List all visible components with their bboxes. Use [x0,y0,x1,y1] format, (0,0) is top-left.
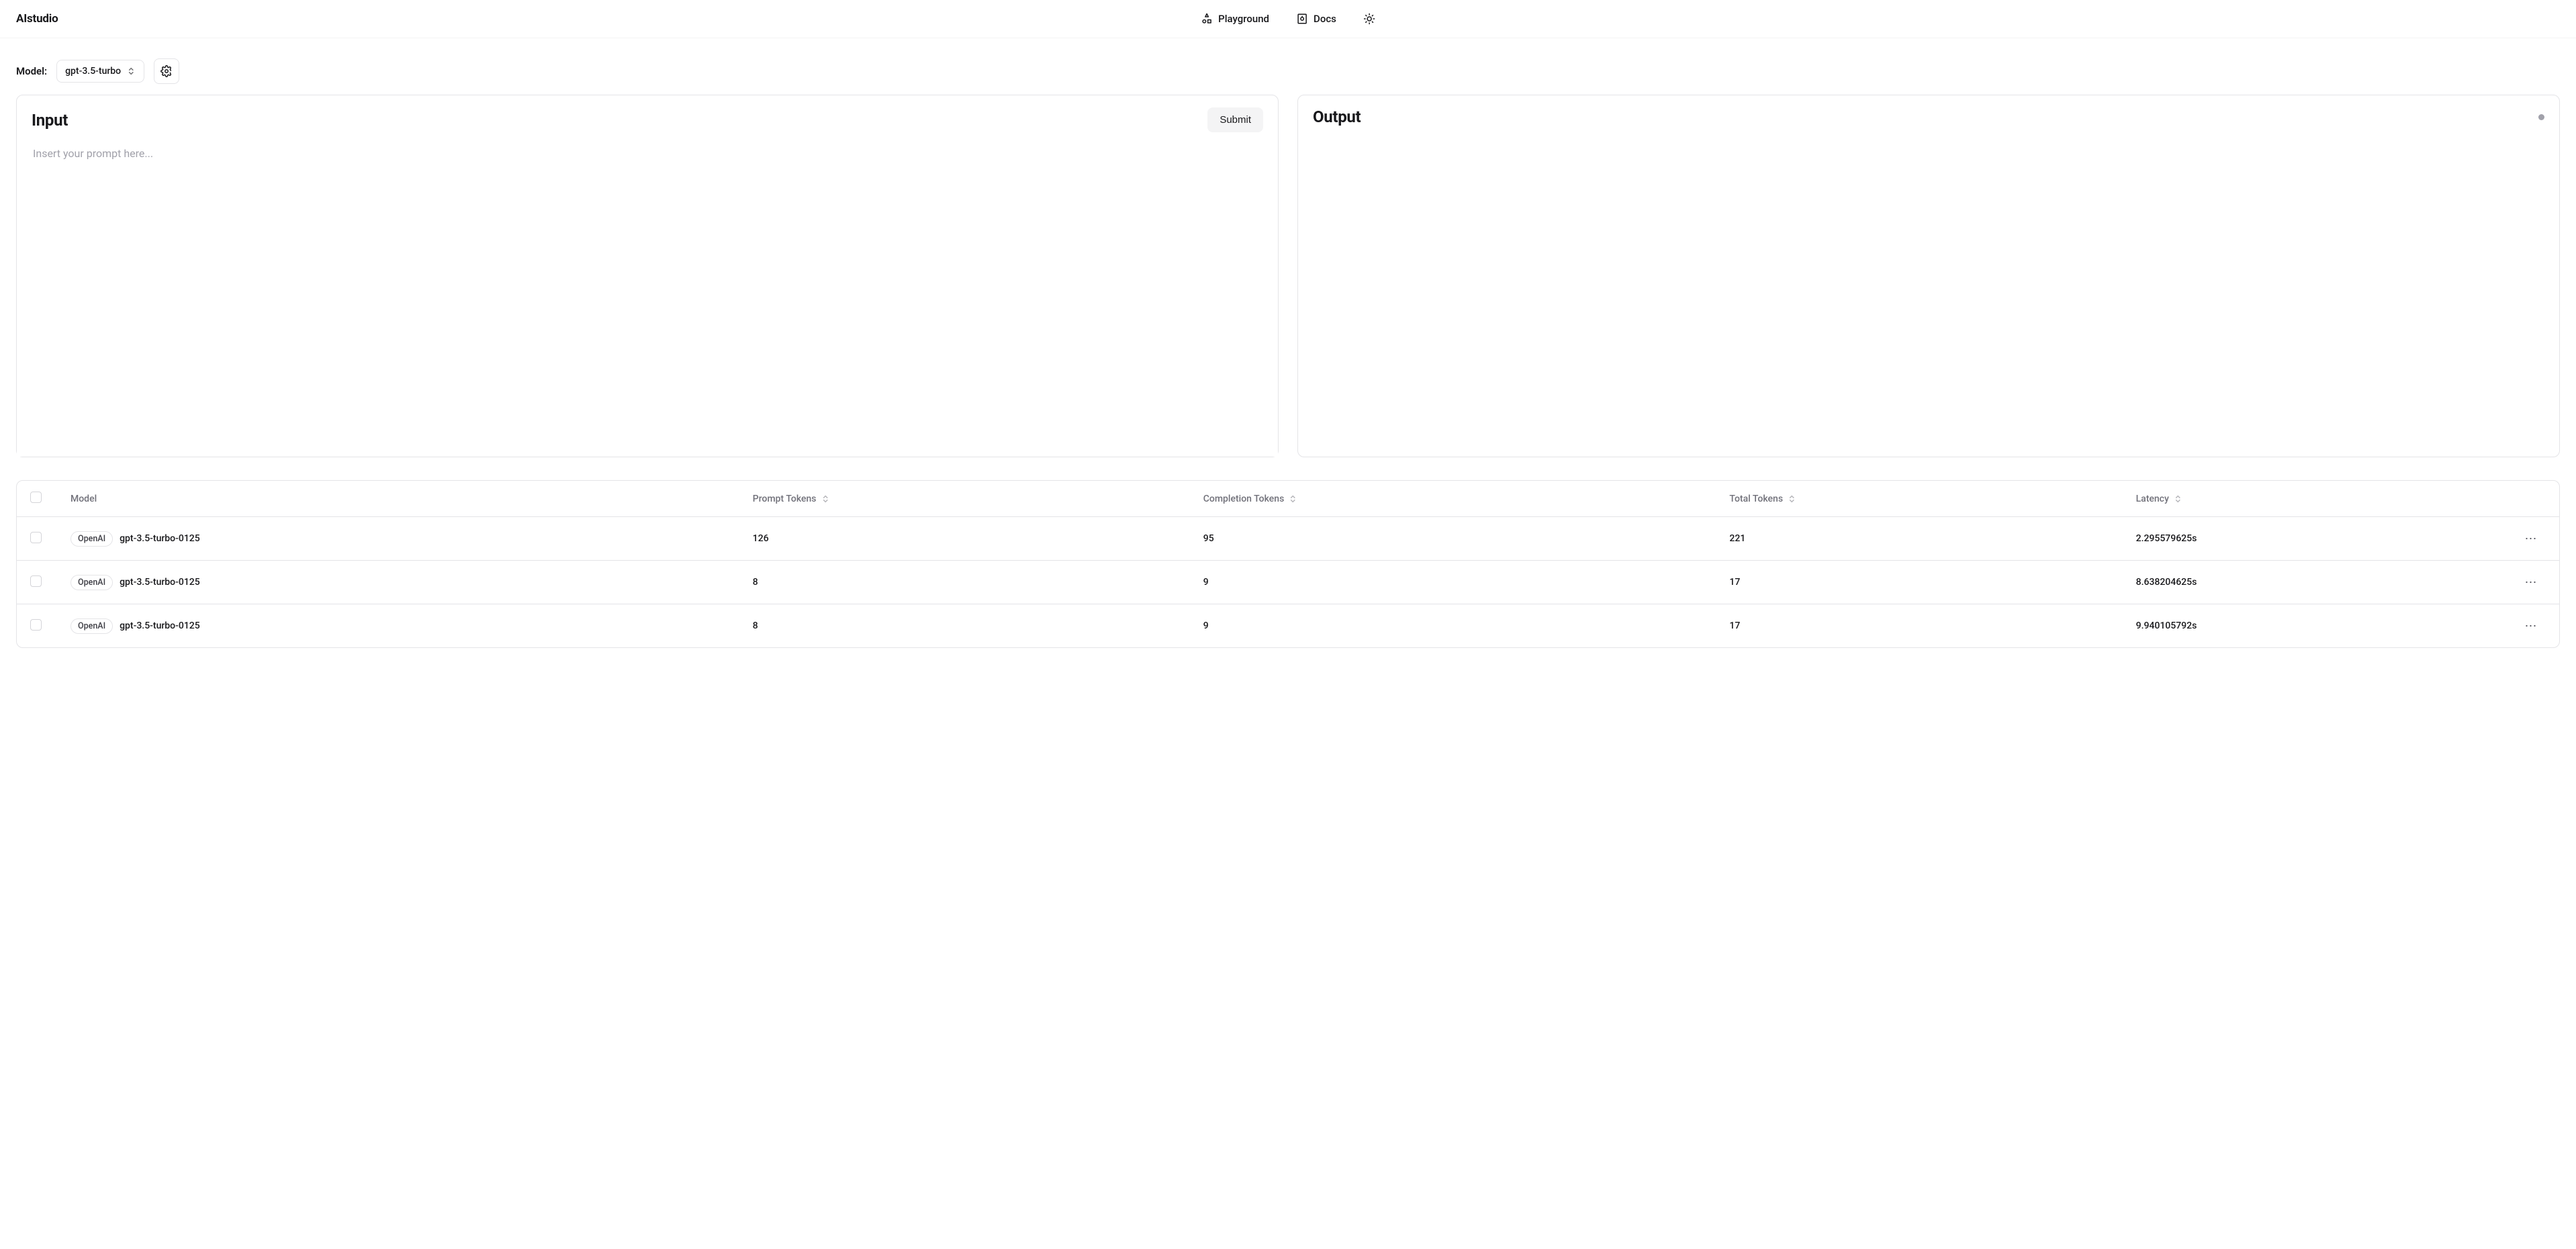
model-select-value: gpt-3.5-turbo [65,66,121,77]
cell-latency: 2.295579625s [2123,517,2505,561]
select-all-checkbox[interactable] [30,492,42,503]
sort-icon [1289,494,1297,504]
nav-docs[interactable]: Docs [1296,13,1336,25]
brand-logo[interactable]: AIstudio [16,12,58,26]
row-checkbox[interactable] [30,532,42,543]
provider-badge: OpenAI [71,531,113,547]
input-panel-header: Input Submit [17,95,1278,138]
status-dot-icon [2538,114,2544,120]
row-checkbox[interactable] [30,619,42,631]
sort-icon [2174,494,2182,504]
prompt-textarea[interactable] [17,138,1278,457]
gear-icon [160,65,173,77]
provider-badge: OpenAI [71,575,113,590]
cell-prompt-tokens: 8 [739,604,1190,648]
row-more-icon[interactable]: ⋯ [2523,618,2539,634]
sort-icon [1788,494,1796,504]
row-more-icon[interactable]: ⋯ [2523,530,2539,547]
output-body [1298,132,2559,457]
model-label: Model: [16,65,47,77]
cell-prompt-tokens: 126 [739,517,1190,561]
history-table: Model Prompt Tokens Completion Tokens [17,481,2559,647]
settings-button[interactable] [154,58,179,84]
th-prompt-tokens-label: Prompt Tokens [753,494,817,504]
th-checkbox [17,481,57,517]
th-latency[interactable]: Latency [2123,481,2505,517]
th-total-tokens-label: Total Tokens [1729,494,1783,504]
cell-completion-tokens: 9 [1190,561,1716,604]
output-panel-title: Output [1313,107,1361,126]
panels: Input Submit Output [0,95,2576,457]
docs-icon [1296,13,1308,25]
nav-docs-label: Docs [1314,13,1336,25]
provider-badge: OpenAI [71,618,113,634]
chevrons-updown-icon [128,66,136,76]
input-panel-title: Input [32,111,68,130]
cell-total-tokens: 221 [1716,517,2122,561]
th-actions [2505,481,2559,517]
input-panel: Input Submit [16,95,1279,457]
th-model-label: Model [71,494,97,504]
nav-playground-label: Playground [1218,13,1269,25]
model-select[interactable]: gpt-3.5-turbo [56,60,144,83]
header: AIstudio Playground Docs [0,0,2576,38]
row-more-icon[interactable]: ⋯ [2523,574,2539,590]
th-prompt-tokens[interactable]: Prompt Tokens [739,481,1190,517]
cell-total-tokens: 17 [1716,561,2122,604]
model-name: gpt-3.5-turbo-0125 [120,620,200,631]
th-model[interactable]: Model [57,481,739,517]
th-completion-tokens[interactable]: Completion Tokens [1190,481,1716,517]
model-name: gpt-3.5-turbo-0125 [120,577,200,588]
model-row: Model: gpt-3.5-turbo [0,38,2576,95]
playground-icon [1201,13,1213,25]
nav-playground[interactable]: Playground [1201,13,1269,25]
sort-icon [822,494,829,504]
output-panel: Output [1297,95,2560,457]
th-completion-tokens-label: Completion Tokens [1203,494,1285,504]
output-panel-header: Output [1298,95,2559,132]
th-latency-label: Latency [2136,494,2169,504]
cell-latency: 9.940105792s [2123,604,2505,648]
cell-latency: 8.638204625s [2123,561,2505,604]
history-table-wrapper: Model Prompt Tokens Completion Tokens [16,480,2560,648]
model-name: gpt-3.5-turbo-0125 [120,533,200,544]
cell-total-tokens: 17 [1716,604,2122,648]
table-row: OpenAI gpt-3.5-turbo-0125 89178.638204625s… [17,561,2559,604]
row-checkbox[interactable] [30,575,42,587]
cell-completion-tokens: 9 [1190,604,1716,648]
top-nav: Playground Docs [1201,13,1375,25]
cell-prompt-tokens: 8 [739,561,1190,604]
theme-toggle-sun-icon[interactable] [1363,13,1375,25]
submit-button[interactable]: Submit [1207,107,1263,132]
table-row: OpenAI gpt-3.5-turbo-0125 126952212.295579… [17,517,2559,561]
cell-completion-tokens: 95 [1190,517,1716,561]
table-row: OpenAI gpt-3.5-turbo-0125 89179.940105792s… [17,604,2559,648]
th-total-tokens[interactable]: Total Tokens [1716,481,2122,517]
